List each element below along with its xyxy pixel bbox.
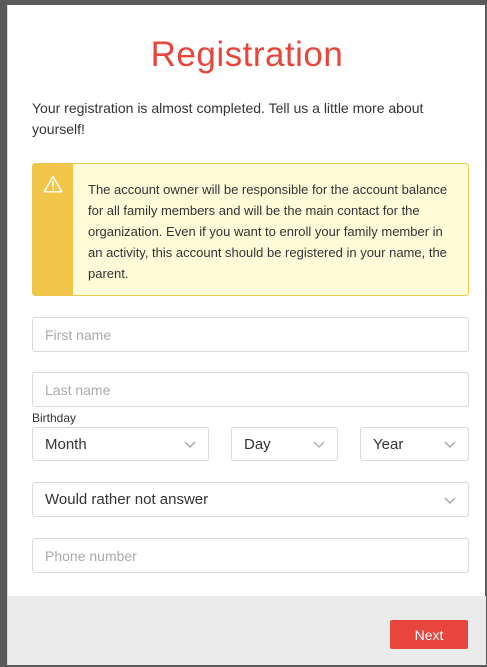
- page-title: Registration: [150, 35, 344, 74]
- registration-dialog: Registration Your registration is almost…: [7, 5, 486, 665]
- notice-text: The account owner will be responsible fo…: [88, 182, 448, 281]
- dialog-footer: Next: [8, 596, 486, 665]
- gender-select[interactable]: Would rather not answer: [32, 482, 469, 517]
- warning-triangle-icon: [43, 175, 63, 193]
- chevron-down-icon: [184, 441, 196, 448]
- chevron-down-icon: [444, 441, 456, 448]
- gender-value: Would rather not answer: [45, 491, 209, 508]
- account-owner-notice: The account owner will be responsible fo…: [32, 163, 469, 296]
- last-name-input[interactable]: [32, 372, 469, 407]
- birth-day-select[interactable]: Day: [231, 427, 338, 461]
- birthday-label: Birthday: [32, 411, 77, 425]
- first-name-input[interactable]: [32, 317, 469, 352]
- phone-number-input[interactable]: [32, 538, 469, 573]
- notice-sidebar: [33, 164, 73, 295]
- birth-year-select[interactable]: Year: [360, 427, 469, 461]
- birth-month-value: Month: [45, 435, 87, 453]
- chevron-down-icon: [313, 441, 325, 448]
- birth-year-value: Year: [373, 435, 404, 453]
- chevron-down-icon: [444, 497, 456, 504]
- intro-text: Your registration is almost completed. T…: [32, 100, 424, 137]
- birth-month-select[interactable]: Month: [32, 427, 209, 461]
- next-button[interactable]: Next: [390, 620, 468, 649]
- birth-day-value: Day: [244, 435, 271, 453]
